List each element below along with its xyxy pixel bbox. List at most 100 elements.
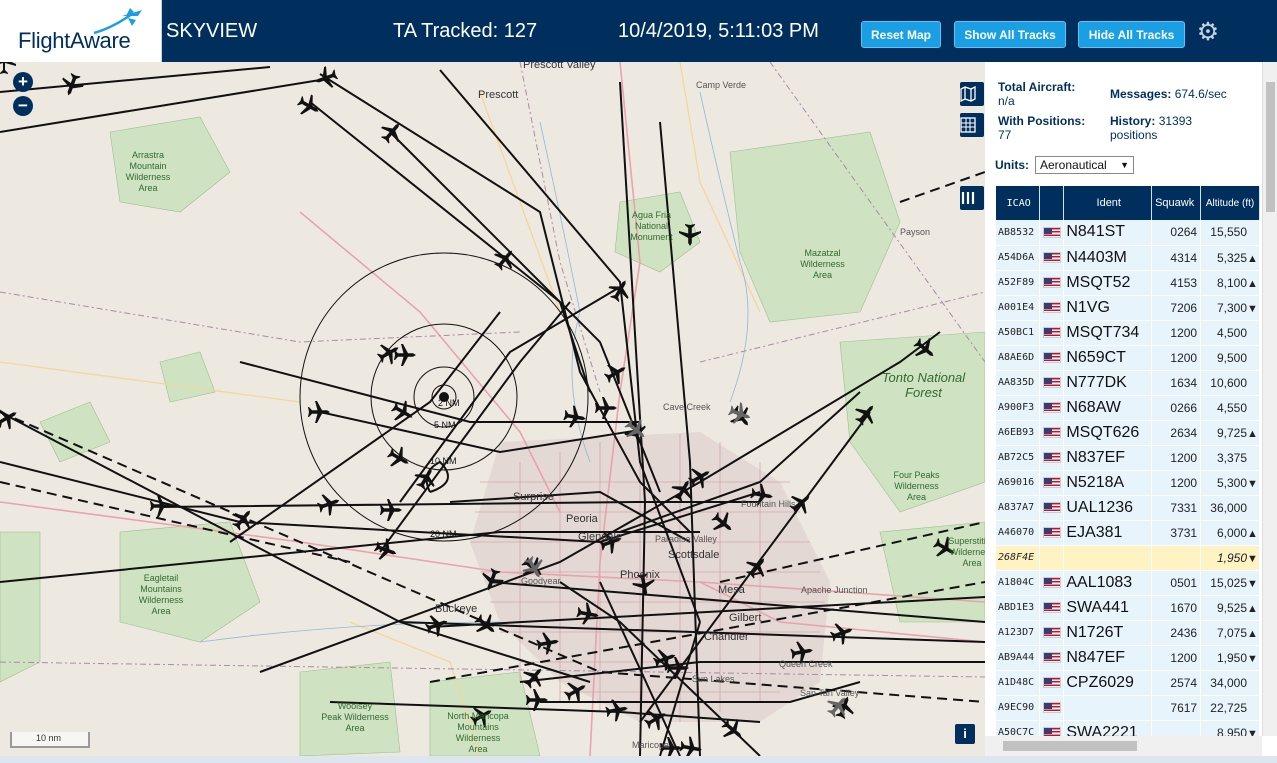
gear-icon[interactable]: ⚙ — [1195, 19, 1221, 45]
trend-arrow-icon: ▼ — [1247, 652, 1258, 665]
table-row[interactable]: AA835D N777DK 1634 10,600 — [996, 370, 1260, 396]
table-row[interactable]: A46070 EJA381 3731 6,000▲ — [996, 520, 1260, 546]
flightaware-logo[interactable]: FlightAware — [0, 0, 162, 62]
icao-cell: AB8532 — [996, 220, 1041, 246]
panel-horizontal-scrollbar[interactable] — [985, 736, 1262, 756]
altitude-cell: 9,725▲ — [1200, 420, 1260, 446]
scroll-thumb[interactable] — [1003, 741, 1137, 751]
info-icon[interactable]: i — [955, 724, 975, 744]
table-row[interactable]: A69016 N5218A 1200 5,300▼ — [996, 470, 1260, 496]
scroll-thumb[interactable] — [1266, 82, 1275, 212]
aircraft-icon[interactable] — [562, 404, 587, 429]
aircraft-icon[interactable] — [294, 91, 324, 121]
icao-cell: A123D7 — [996, 620, 1041, 646]
icao-cell: A46070 — [996, 520, 1041, 546]
aircraft-icon[interactable] — [308, 401, 330, 423]
label-eagletail: Eagletail Mountains Wilderness Area — [138, 573, 184, 616]
table-row[interactable]: A837A7 UAL1236 7331 36,000 — [996, 495, 1260, 521]
with-positions-stat: With Positions: 77 — [998, 114, 1085, 142]
altitude-cell: 5,325▲ — [1200, 245, 1260, 271]
aircraft-icon[interactable] — [374, 338, 404, 368]
table-row[interactable]: A900F3 N68AW 0266 4,550 — [996, 395, 1260, 421]
map-view[interactable]: Prescott Valley Prescott Camp Verde Arra… — [0, 62, 985, 756]
table-row[interactable]: A9EC90 7617 22,725 — [996, 695, 1260, 721]
label-four-peaks: Four Peaks Wilderness Area — [893, 470, 940, 502]
total-aircraft-label: Total Aircraft: — [998, 80, 1076, 94]
reset-map-button[interactable]: Reset Map — [861, 21, 941, 48]
trend-arrow-icon: ▼ — [1247, 302, 1258, 315]
trend-arrow-icon: ▲ — [1247, 252, 1258, 265]
zoom-in-button[interactable]: + — [13, 72, 33, 92]
label-camp-verde: Camp Verde — [696, 80, 747, 90]
stale-aircraft-icon[interactable] — [726, 400, 754, 428]
ident-cell: CPZ6029 — [1063, 670, 1153, 696]
label-phoenix: Phoenix — [620, 569, 660, 581]
logo-text: FlightAware — [18, 28, 131, 53]
altitude-cell: 9,500 — [1200, 345, 1260, 371]
aircraft-icon[interactable] — [394, 344, 416, 366]
history-stat: History: 31393 positions — [1110, 114, 1192, 142]
table-row[interactable]: A123D7 N1726T 2436 7,075▲ — [996, 620, 1260, 646]
table-row[interactable]: A54D6A N4403M 4314 5,325▲ — [996, 245, 1260, 271]
squawk-cell: 2436 — [1151, 620, 1202, 646]
squawk-cell: 0501 — [1151, 570, 1202, 596]
aircraft-icon[interactable] — [58, 71, 86, 99]
aircraft-icon[interactable] — [605, 275, 635, 305]
us-flag-icon — [1039, 320, 1065, 346]
show-all-tracks-button[interactable]: Show All Tracks — [954, 21, 1066, 48]
aircraft-icon[interactable] — [312, 64, 340, 92]
col-squawk[interactable]: Squawk — [1151, 186, 1202, 220]
map-layers-icon[interactable] — [960, 82, 984, 106]
table-row[interactable]: AB72C5 N837EF 1200 3,375 — [996, 445, 1260, 471]
icao-cell: A9EC90 — [996, 695, 1041, 721]
col-ident[interactable]: Ident — [1063, 186, 1153, 220]
table-row[interactable]: A8AE6D N659CT 1200 9,500 — [996, 345, 1260, 371]
aircraft-icon[interactable] — [526, 689, 548, 711]
squawk-cell: 2634 — [1151, 420, 1202, 446]
ident-cell: AAL1083 — [1063, 570, 1153, 596]
aircraft-icon[interactable] — [372, 536, 400, 564]
us-flag-icon — [1039, 670, 1065, 696]
aircraft-markers[interactable] — [0, 62, 16, 74]
col-altitude[interactable]: Altitude (ft) — [1200, 186, 1260, 220]
aircraft-icon[interactable] — [380, 499, 402, 521]
aircraft-icon[interactable] — [384, 443, 414, 473]
us-flag-icon — [1042, 401, 1061, 413]
zoom-out-button[interactable]: − — [13, 96, 33, 116]
aircraft-icon[interactable] — [315, 490, 343, 518]
grid-icon[interactable] — [960, 113, 984, 137]
aircraft-icon[interactable] — [377, 117, 408, 148]
units-select[interactable]: Aeronautical ▼ — [1035, 156, 1134, 174]
aircraft-icon[interactable] — [595, 397, 617, 419]
label-payson: Payson — [900, 227, 931, 237]
table-row[interactable]: AB8532 N841ST 0264 15,550 — [996, 220, 1260, 246]
panel-vertical-scrollbar[interactable] — [1262, 62, 1277, 736]
table-row[interactable]: A1D48C CPZ6029 2574 34,000 — [996, 670, 1260, 696]
hide-all-tracks-button[interactable]: Hide All Tracks — [1078, 21, 1185, 48]
col-icao[interactable]: ICAO — [996, 186, 1041, 220]
us-flag-icon — [1039, 520, 1065, 546]
label-north-maricopa: North Maricopa Mountains Wilderness Area — [447, 711, 509, 754]
aircraft-icon[interactable] — [828, 619, 856, 647]
table-row[interactable]: AB9A44 N847EF 1200 1,950▼ — [996, 645, 1260, 671]
aircraft-icon[interactable] — [150, 495, 172, 517]
us-flag-icon — [1039, 420, 1065, 446]
icao-cell: AA835D — [996, 370, 1041, 396]
us-flag-icon — [1039, 220, 1065, 246]
table-row[interactable]: A52F89 MSQT52 4153 8,100▲ — [996, 270, 1260, 296]
squawk-cell: 1200 — [1151, 445, 1202, 471]
us-flag-icon — [1039, 695, 1065, 721]
us-flag-icon — [1042, 251, 1061, 263]
col-flag[interactable] — [1039, 186, 1065, 220]
table-row[interactable]: A1804C AAL1083 0501 15,025▼ — [996, 570, 1260, 596]
table-row[interactable]: ABD1E3 SWA441 1670 9,525▲ — [996, 595, 1260, 621]
us-flag-icon — [1039, 370, 1065, 396]
table-row[interactable]: 268F4E 1,950▼ — [996, 545, 1260, 571]
table-row[interactable]: A001E4 N1VG 7206 7,300▼ — [996, 295, 1260, 321]
icao-cell: A837A7 — [996, 495, 1041, 521]
table-row[interactable]: A6EB93 MSQT626 2634 9,725▲ — [996, 420, 1260, 446]
table-row[interactable]: A50BC1 MSQT734 1200 4,500 — [996, 320, 1260, 346]
us-flag-icon — [1039, 570, 1065, 596]
columns-icon[interactable] — [960, 186, 984, 210]
aircraft-icon[interactable] — [423, 611, 451, 639]
